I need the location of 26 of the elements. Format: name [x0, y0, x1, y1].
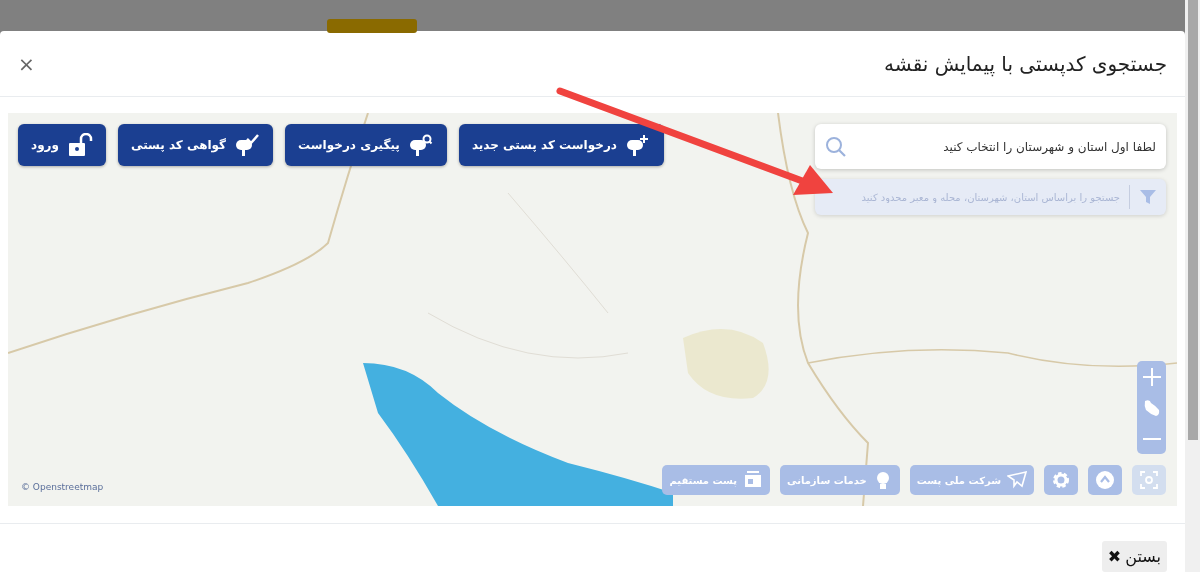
close-button[interactable]: × — [16, 53, 37, 74]
paper-plane-icon — [1007, 470, 1027, 490]
up-chevron-icon — [1095, 470, 1115, 490]
search-field[interactable]: لطفا اول استان و شهرستان را انتخاب کنید — [815, 124, 1166, 169]
action-button[interactable]: درخواست کد پستی جدید — [458, 124, 664, 166]
envelope-box-icon — [743, 470, 764, 490]
action-button[interactable]: گواهی کد پستی — [118, 124, 274, 166]
close-button[interactable]: بستن ✖ — [1101, 541, 1167, 572]
plus-icon — [1141, 366, 1162, 387]
scrollbar-thumb[interactable] — [1187, 0, 1198, 440]
mailbox-check-icon — [234, 133, 261, 157]
gear-icon — [1051, 470, 1071, 490]
scrollbar[interactable] — [1185, 0, 1200, 572]
action-button[interactable]: ورود — [18, 124, 106, 166]
settings-button[interactable] — [1044, 465, 1078, 495]
focus-icon — [1139, 470, 1159, 490]
action-button[interactable]: پیگیری درخواست — [285, 124, 447, 166]
filter-icon — [1139, 188, 1157, 206]
mailbox-plus-icon — [624, 133, 651, 157]
modal-title: جستجوی کدپستی با پیمایش نقشه — [884, 51, 1167, 76]
search-icon — [825, 136, 847, 158]
map-button[interactable] — [1088, 465, 1122, 495]
minus-icon — [1141, 437, 1162, 440]
mailbox-search-icon — [407, 133, 434, 157]
unlocked-padlock-icon — [67, 133, 93, 157]
map-attribution[interactable]: © Openstreetmap — [21, 482, 104, 492]
